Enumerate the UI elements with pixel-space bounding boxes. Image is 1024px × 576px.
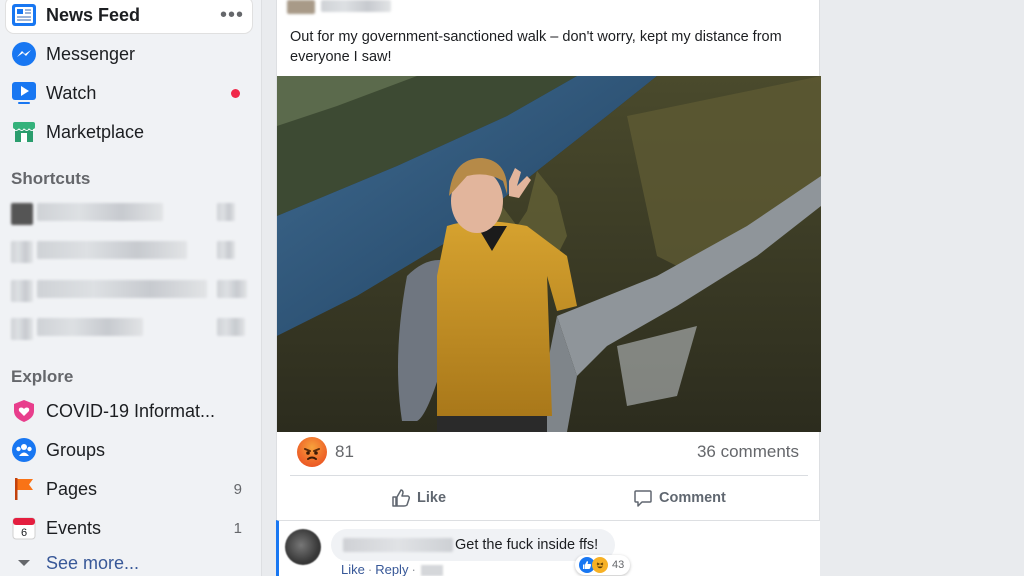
right-column [820,0,1024,576]
notification-dot [231,88,240,98]
shortcut-item[interactable] [11,241,235,263]
calendar-day: 6 [21,527,27,539]
sidebar-item-label: News Feed [46,4,141,25]
sidebar-item-label: Pages [46,478,98,499]
explore-header: Explore [11,367,74,386]
news-feed-icon [10,1,38,29]
thumbs-up-icon [392,489,411,507]
like-button[interactable]: Like [391,486,446,510]
comment-button[interactable]: Comment [633,486,726,510]
like-label: Like [417,490,447,506]
sidebar-item-groups[interactable]: Groups [6,432,252,468]
comment-time-blurred[interactable] [420,565,443,576]
sidebar-item-news-feed[interactable]: News Feed ••• [6,0,252,33]
chevron-down-icon [10,549,38,576]
see-more-label: See more... [46,552,140,573]
marketplace-icon [10,118,38,146]
post-author-blurred [287,0,417,16]
sidebar-item-label: Events [46,517,102,538]
sidebar-item-watch[interactable]: Watch [6,75,252,111]
shortcut-item[interactable] [11,280,247,302]
comment-row: Get the fuck inside ffs! Like · Reply · 43 [276,520,820,576]
events-count: 1 [233,519,242,537]
shortcut-item[interactable] [11,203,235,225]
sidebar-item-label: Watch [46,82,97,103]
calendar-icon: 6 [10,514,38,542]
post-photo[interactable] [277,76,821,432]
comments-count-link[interactable]: 36 comments [697,442,799,462]
commenter-name-blurred[interactable] [343,538,453,552]
sidebar-item-label: Messenger [46,43,136,64]
comment-actions: Like · Reply · [341,562,443,576]
comment-reaction-count: 43 [612,559,625,571]
shortcuts-header: Shortcuts [11,169,91,188]
sidebar-item-label: Groups [46,439,106,460]
divider [290,475,808,476]
sidebar-item-marketplace[interactable]: Marketplace [6,114,252,150]
post-text: Out for my government-sanctioned walk – … [290,29,782,65]
sidebar-item-messenger[interactable]: Messenger [6,36,252,72]
pages-count: 9 [233,480,242,498]
covid-heart-icon [10,397,38,425]
comment-label: Comment [659,490,726,506]
reaction-summary[interactable]: 81 [297,437,354,467]
comment-icon [634,490,652,507]
messenger-icon [10,40,38,68]
sidebar-item-label: COVID-19 Informat... [46,400,216,421]
comment-bubble: Get the fuck inside ffs! [331,529,615,561]
separator: · [367,562,373,576]
angry-reaction-icon [297,437,327,467]
sidebar-item-label: Marketplace [46,121,145,142]
sidebar-item-events[interactable]: 6 Events 1 [6,510,252,546]
commenter-avatar[interactable] [285,529,321,565]
groups-icon [10,436,38,464]
reaction-count: 81 [335,442,354,461]
haha-reaction-icon [592,557,608,573]
feed-post: Out for my government-sanctioned walk – … [276,0,821,520]
sidebar-item-covid[interactable]: COVID-19 Informat... [6,393,252,429]
comment-reactions[interactable]: 43 [575,555,631,575]
watch-icon [10,79,38,107]
separator: · [411,562,416,576]
see-more-link[interactable]: See more... [6,545,252,576]
comment-like-link[interactable]: Like [341,562,365,576]
comment-text: Get the fuck inside ffs! [455,537,599,553]
sidebar-item-pages[interactable]: Pages 9 [6,471,252,507]
comment-reply-link[interactable]: Reply [375,562,408,576]
more-options-icon[interactable]: ••• [220,4,244,27]
left-sidebar: News Feed ••• Messenger Watch Marketplac… [0,0,262,576]
pages-flag-icon [10,475,38,503]
shortcut-item[interactable] [11,318,245,340]
